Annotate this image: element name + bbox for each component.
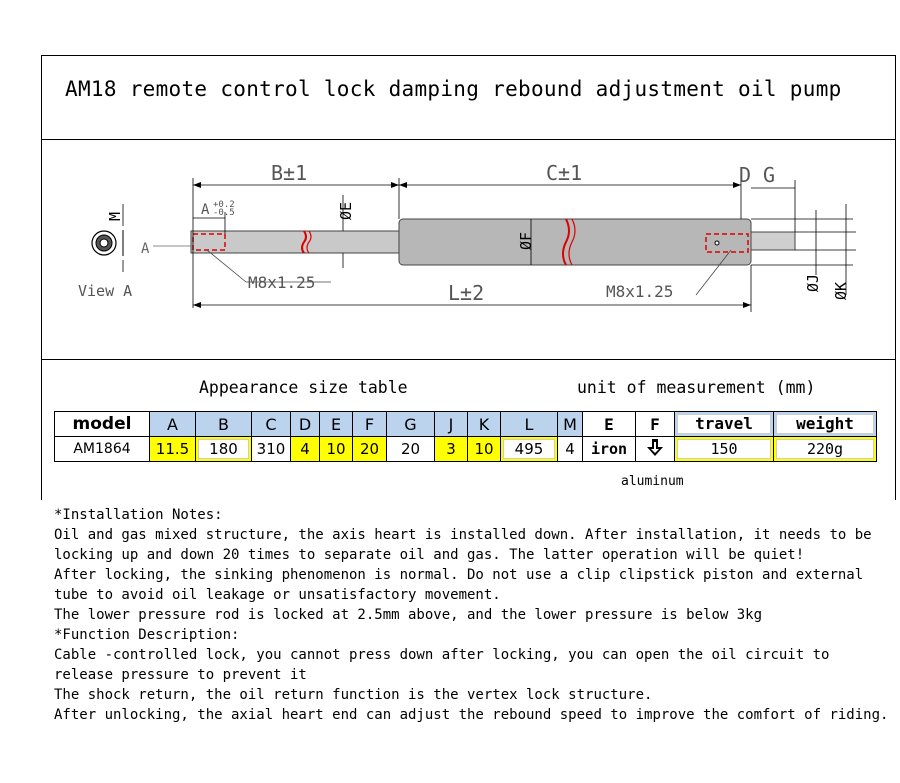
dim-d: D xyxy=(739,163,751,187)
col-model: model xyxy=(54,411,150,437)
cell-c: 310 xyxy=(251,436,291,462)
notes-line: *Installation Notes: xyxy=(54,507,223,523)
notes-section: *Installation Notes: Oil and gas mixed s… xyxy=(54,505,894,725)
table-header-row: model A B C D E F G J K L M E F travel w… xyxy=(54,411,877,437)
cell-b: 180 xyxy=(198,439,249,459)
thread-left-label: M8x1.25 xyxy=(248,273,315,292)
page-title: AM18 remote control lock damping rebound… xyxy=(65,77,842,101)
title-row: AM18 remote control lock damping rebound… xyxy=(41,55,896,140)
col-k: K xyxy=(467,411,501,437)
col-weight: weight xyxy=(776,414,874,434)
technical-drawing: M A View A B±1 C±1 D G A +0.2 -0.5 ØE ØF… xyxy=(78,161,856,312)
notes-line: After locking, the sinking phenomenon is… xyxy=(54,567,872,603)
cell-a: 11.5 xyxy=(149,436,196,462)
col-e-material: E xyxy=(582,411,636,437)
dim-b: B±1 xyxy=(271,161,307,185)
dim-c: C±1 xyxy=(546,161,582,185)
cell-l: 495 xyxy=(503,439,555,459)
spec-table: model A B C D E F G J K L M E F travel w… xyxy=(54,411,877,462)
dim-a: A xyxy=(201,202,210,218)
col-d: D xyxy=(290,411,320,437)
cell-d: 4 xyxy=(290,436,320,462)
view-arrow-label: A xyxy=(141,241,150,257)
col-j: J xyxy=(434,411,468,437)
cell-f: 20 xyxy=(352,436,387,462)
dim-a-tol-bottom: -0.5 xyxy=(213,208,235,218)
table-heading: Appearance size table xyxy=(199,378,408,397)
dim-j: ØJ xyxy=(804,274,822,292)
f-material-note: aluminum xyxy=(621,474,684,489)
dim-m: M xyxy=(106,212,124,221)
cell-weight: 220g xyxy=(776,439,874,459)
view-a-label: View A xyxy=(78,282,132,300)
cell-model: AM1864 xyxy=(54,436,150,462)
table-row: AM1864 11.5 180 310 4 10 20 20 3 10 495 … xyxy=(54,436,877,462)
col-e: E xyxy=(319,411,353,437)
col-l: L xyxy=(500,411,558,437)
thread-right-label: M8x1.25 xyxy=(606,282,673,301)
cell-travel: 150 xyxy=(677,439,771,459)
cell-m: 4 xyxy=(557,436,583,462)
adjuster-tip xyxy=(750,231,796,251)
col-g: G xyxy=(386,411,435,437)
cell-g: 20 xyxy=(386,436,435,462)
notes-line: The lower pressure rod is locked at 2.5m… xyxy=(54,607,763,623)
notes-line: After unlocking, the axial heart end can… xyxy=(54,707,889,723)
dim-l: L±2 xyxy=(448,281,484,305)
dim-k: ØK xyxy=(832,282,850,300)
col-a: A xyxy=(149,411,196,437)
notes-line: Oil and gas mixed structure, the axis he… xyxy=(54,527,881,563)
notes-line: Cable -controlled lock, you cannot press… xyxy=(54,647,838,683)
col-f-material: F xyxy=(635,411,675,437)
down-arrow-icon xyxy=(647,439,663,456)
table-unit: unit of measurement (mm) xyxy=(577,378,816,397)
cell-e: 10 xyxy=(319,436,353,462)
col-b: B xyxy=(195,411,252,437)
dim-e: ØE xyxy=(337,202,355,220)
col-travel: travel xyxy=(677,414,771,434)
col-c: C xyxy=(251,411,291,437)
cell-j: 3 xyxy=(434,436,468,462)
col-m: M xyxy=(557,411,583,437)
notes-line: *Function Description: xyxy=(54,627,240,643)
col-f: F xyxy=(352,411,387,437)
cell-f-material xyxy=(635,436,675,462)
cell-k: 10 xyxy=(467,436,501,462)
dim-g: G xyxy=(763,163,775,187)
dim-f: ØF xyxy=(517,232,535,250)
cell-e-material: iron xyxy=(582,436,636,462)
notes-line: The shock return, the oil return functio… xyxy=(54,687,653,703)
